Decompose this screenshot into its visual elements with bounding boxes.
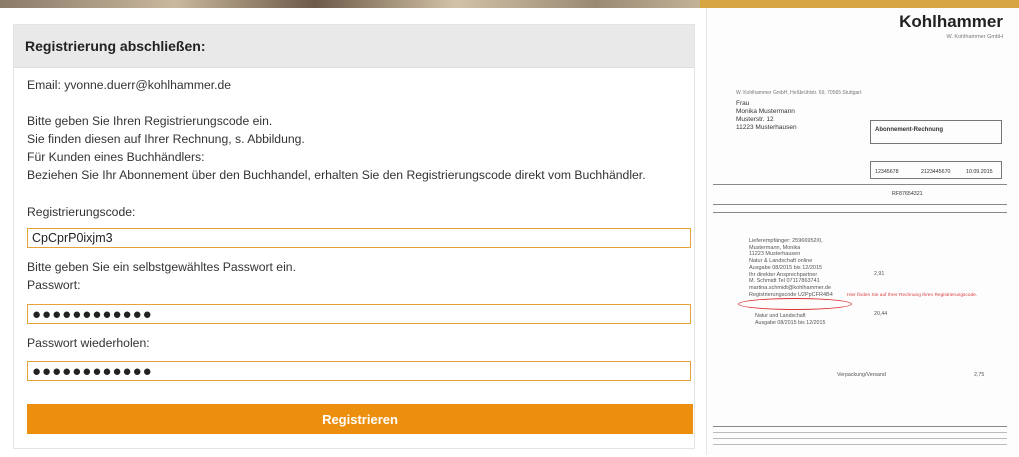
recipient-line: 11223 Musterhausen [736,124,797,131]
recipient-address: Frau Monika Mustermann Musterstr. 12 112… [736,100,797,132]
doc-title-box: Abonnement-Rechnung [870,120,1002,144]
kohlhammer-logo: Kohlhammer [899,12,1003,31]
order-number: RF87654321 [892,191,923,197]
registration-panel: Registrierung abschließen: Email: yvonne… [13,24,695,449]
password-label: Passwort: [27,278,81,292]
item-amount: 2,91 [874,271,885,277]
invoice-illustration: Kohlhammer W. Kohlhammer GmbH W. Kohlham… [706,8,1018,455]
email-text: Email: yvonne.duerr@kohlhammer.de [27,78,232,92]
item-line: Ausgabe 08/2015 bis 12/2015 [749,264,823,271]
item-line: M. Schmidt Tel 07117863741 [749,278,820,285]
recipient-line: Musterstr. 12 [736,116,774,123]
shipping-label: Verpackung/Versand [837,372,886,378]
instruction-line: Beziehen Sie Ihr Abonnement über den Buc… [27,168,646,182]
top-decorative-strip [0,0,700,8]
top-accent-strip [700,0,1019,8]
invoice-date: 10.09.2015 [966,169,993,175]
item2-title: Natur und Landschaft [755,313,806,319]
item2-period: Ausgabe 08/2015 bis 12/2015 [755,320,826,326]
item-line: 11223 Musterhausen [749,251,801,258]
table-divider [713,204,1007,205]
registration-code-input[interactable] [27,228,691,248]
invoice-item-block: Lieferempfänger: 25966952/0, Mustermann,… [749,238,833,298]
instruction-line: Für Kunden eines Buchhändlers: [27,150,205,164]
register-button[interactable]: Registrieren [27,404,693,434]
item-line: Natur & Landschaft online [749,258,813,265]
password-input[interactable] [27,304,691,324]
company-name: W. Kohlhammer GmbH [946,34,1003,40]
customer-number: 12345678 [875,169,899,175]
invoice-meta-box: 12345678 2123445670 10.09.2015 [870,161,1002,179]
red-note: Hier finden Sie auf Ihrer Rechnung Ihren… [847,293,978,298]
doc-title: Abonnement-Rechnung [875,127,943,133]
item-line: Mustermann, Monika [749,244,801,251]
panel-header: Registrierung abschließen: [14,25,694,68]
item-line: martina.schmidt@kohlhammer.de [749,284,832,291]
item-line: Lieferempfänger: 25966952/0, [749,238,823,244]
recipient-line: Frau [736,100,750,107]
password-repeat-label: Passwort wiederholen: [27,336,150,350]
footer-divider [713,426,1007,427]
sender-line: W. Kohlhammer GmbH, Heßbrühlstr. 69, 705… [736,90,862,96]
invoice-number: 2123445670 [921,169,951,175]
password-intro: Bitte geben Sie ein selbstgewähltes Pass… [27,260,296,274]
item-amount: 20,44 [874,311,888,317]
shipping-amount: 2,75 [974,372,985,378]
footer-line [713,432,1007,433]
panel-title: Registrierung abschließen: [25,38,206,54]
footer-line [713,444,1007,445]
recipient-line: Monika Mustermann [736,108,795,115]
code-label: Registrierungscode: [27,205,136,219]
footer-line [713,438,1007,439]
table-divider [713,212,1007,213]
instruction-line: Sie finden diesen auf Ihrer Rechnung, s.… [27,132,305,146]
highlight-oval [738,298,852,310]
password-repeat-input[interactable] [27,361,691,381]
item-line: Ihr direkter Ansprechpartner [749,271,818,278]
table-divider [713,184,1007,185]
instruction-line: Bitte geben Sie Ihren Registrierungscode… [27,114,273,128]
